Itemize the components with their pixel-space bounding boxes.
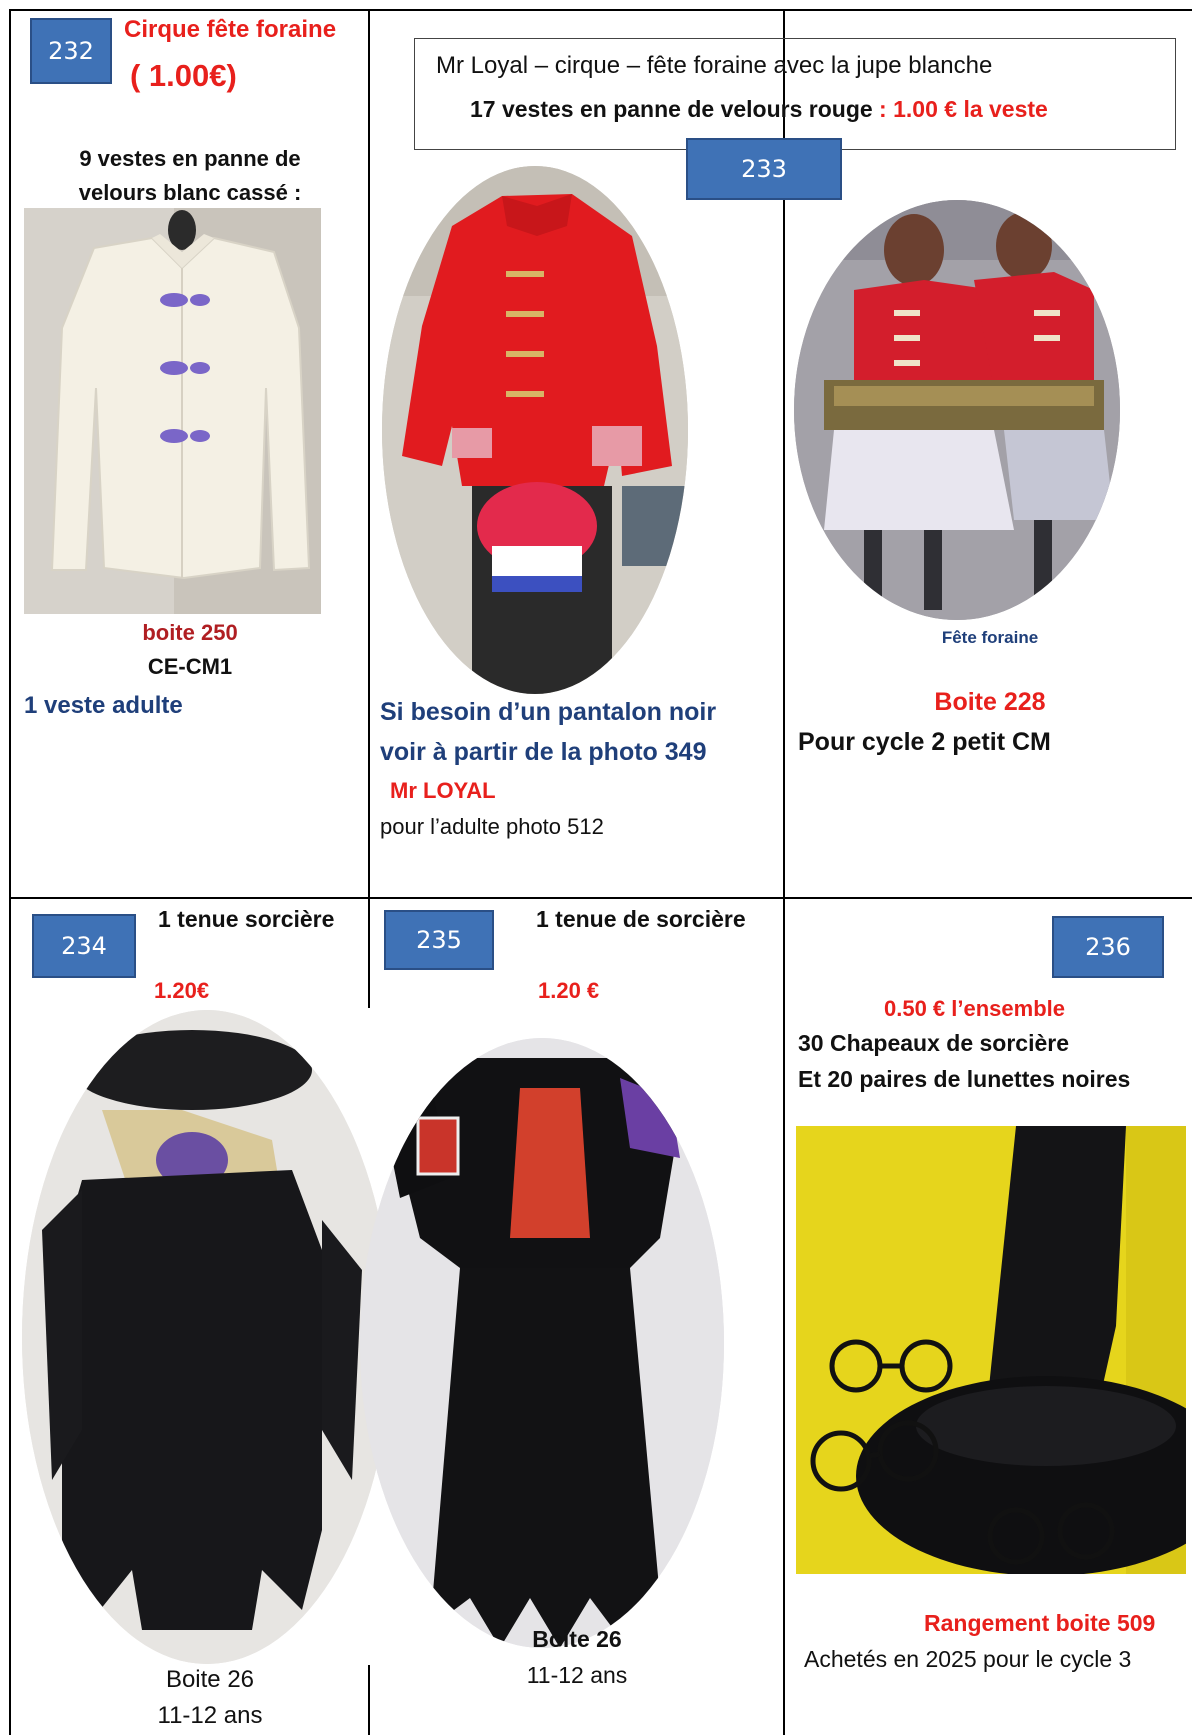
witch-hat-glasses-photo — [796, 1126, 1186, 1574]
divider-col-1-bottom — [368, 1665, 370, 1735]
storage-box: Boite 228 — [934, 688, 1046, 716]
age-range: 11-12 ans — [526, 1662, 628, 1688]
item-number-badge: 233 — [686, 138, 842, 200]
item-number-badge: 232 — [30, 18, 112, 84]
border-top — [9, 9, 1192, 11]
red-jacket-child-photo — [382, 166, 688, 694]
jackets-count-text: 17 vestes en panne de velours rouge — [470, 96, 873, 122]
white-velvet-jacket-photo — [24, 208, 321, 614]
fun-fair-children-photo — [794, 200, 1120, 620]
storage-box: Boite 26 — [532, 1626, 622, 1652]
school-level: CE-CM1 — [147, 654, 233, 679]
item-description: 9 vestes en panne de velours blanc cassé… — [78, 146, 302, 205]
adult-note: 1 veste adulte — [24, 692, 183, 719]
item-number-badge: 235 — [384, 910, 494, 970]
item-price: ( 1.00€) — [130, 58, 237, 93]
item-title: 1 tenue de sorcière — [536, 906, 746, 932]
item-price: 1.20€ — [154, 978, 210, 1003]
mr-loyal-label: Mr LOYAL — [390, 778, 496, 803]
header-line-2: 17 vestes en panne de velours rouge : 1.… — [470, 96, 1048, 123]
item-price: 0.50 € l’ensemble — [884, 996, 1065, 1021]
glasses-count: Et 20 paires de lunettes noires — [798, 1066, 1131, 1092]
purchase-note: Achetés en 2025 pour le cycle 3 — [804, 1646, 1132, 1672]
item-title: Cirque fête foraine — [124, 16, 337, 43]
photo-caption: Fête foraine — [941, 628, 1039, 647]
storage-box: boite 250 — [142, 620, 238, 645]
item-title: 1 tenue sorcière — [158, 906, 335, 932]
header-line-1: Mr Loyal – cirque – fête foraine avec la… — [436, 52, 993, 79]
adult-photo-note: pour l’adulte photo 512 — [380, 814, 604, 839]
item-number-badge: 234 — [32, 914, 136, 978]
divider-row — [9, 897, 1192, 899]
item-price: 1.20 € — [538, 978, 600, 1003]
hats-count: 30 Chapeaux de sorcière — [798, 1030, 1070, 1056]
age-range: 11-12 ans — [157, 1702, 263, 1729]
witch-costume-photo — [360, 1038, 724, 1648]
divider-col-1-mid — [368, 898, 370, 1008]
divider-col-2-bottom — [783, 898, 785, 1735]
pants-note-line-2: voir à partir de la photo 349 — [380, 738, 707, 766]
pants-note-line-1: Si besoin d’un pantalon noir — [380, 698, 717, 726]
divider-col-1-top — [368, 9, 370, 898]
border-left — [9, 9, 11, 1735]
item-number-badge: 236 — [1052, 916, 1164, 978]
witch-dress-photo — [22, 1010, 392, 1664]
cycle-label: Pour cycle 2 petit CM — [798, 728, 1051, 756]
storage-box: Boite 26 — [165, 1666, 255, 1693]
storage-box: Rangement boite 509 — [924, 1610, 1156, 1636]
jacket-price-text: : 1.00 € la veste — [872, 96, 1048, 122]
